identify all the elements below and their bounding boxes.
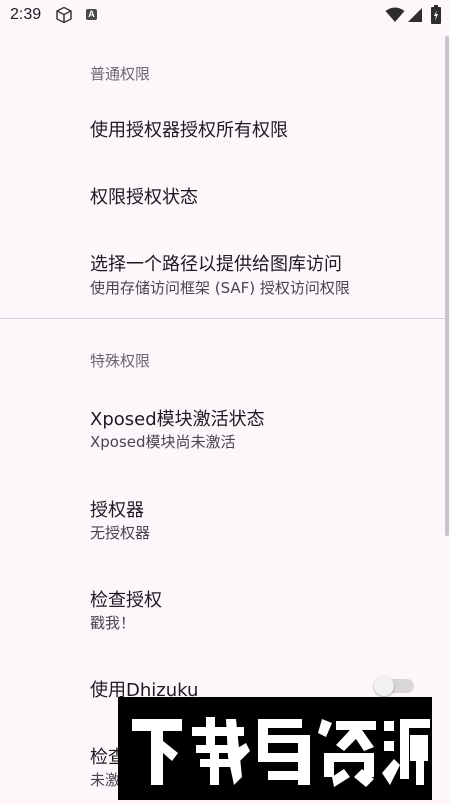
section-title-normal: 普通权限 xyxy=(90,65,151,83)
pref-permission-status[interactable]: 权限授权状态 xyxy=(90,183,198,209)
watermark-logo-glyphs xyxy=(132,717,430,787)
pref-xposed-status-title: Xposed模块激活状态 xyxy=(90,409,265,430)
status-bar: 2:39 A xyxy=(0,0,450,32)
pref-authorizer-title: 授权器 xyxy=(90,500,144,521)
scrollbar[interactable] xyxy=(445,36,449,536)
section-divider xyxy=(0,318,450,319)
watermark-logo xyxy=(118,697,432,800)
section-title-special: 特殊权限 xyxy=(90,352,151,370)
pref-check-partial-summary: 未激 xyxy=(90,771,121,789)
toggle-thumb xyxy=(374,676,394,696)
pref-authorizer-summary: 无授权器 xyxy=(90,524,151,542)
signal-icon xyxy=(408,8,422,22)
status-time: 2:39 xyxy=(10,6,42,23)
pref-xposed-status-summary: Xposed模块尚未激活 xyxy=(90,433,236,451)
pref-gallery-path-title: 选择一个路径以提供给图库访问 xyxy=(90,254,342,275)
pref-gallery-path-summary: 使用存储访问框架 (SAF) 授权访问权限 xyxy=(90,279,350,297)
pref-check-auth-summary: 戳我！ xyxy=(90,614,136,632)
battery-icon xyxy=(431,5,441,24)
pref-check-auth-title: 检查授权 xyxy=(90,590,162,611)
wifi-icon xyxy=(385,7,405,22)
cube-icon xyxy=(56,6,72,24)
dhizuku-toggle[interactable] xyxy=(374,676,416,696)
pref-grant-all[interactable]: 使用授权器授权所有权限 xyxy=(90,116,288,142)
a-badge-icon: A xyxy=(86,9,97,20)
